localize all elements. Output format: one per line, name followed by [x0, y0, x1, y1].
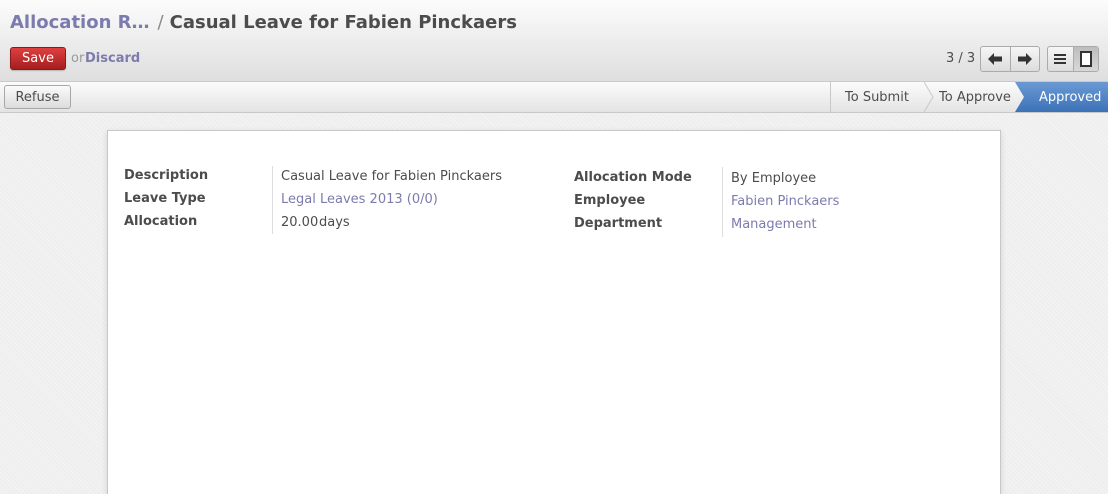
- stage-label: To Submit: [845, 89, 909, 105]
- employee-label: Employee: [574, 193, 646, 208]
- form-view-icon: [1079, 51, 1092, 67]
- previous-record-button[interactable]: [981, 47, 1010, 71]
- discard-button[interactable]: Discard: [85, 51, 140, 66]
- or-label: or: [71, 51, 85, 66]
- allocation-days-field[interactable]: 20.00: [281, 215, 318, 230]
- stage-to-submit[interactable]: To Submit: [831, 82, 934, 112]
- form-view-button[interactable]: [1072, 47, 1098, 71]
- department-link[interactable]: Management: [731, 217, 817, 232]
- allocation-label: Allocation: [124, 214, 198, 229]
- pager-counter[interactable]: 3 / 3: [946, 51, 975, 66]
- field-divider: [272, 166, 273, 234]
- next-record-button[interactable]: [1009, 47, 1040, 71]
- list-view-icon: [1054, 54, 1067, 64]
- allocation-mode-field[interactable]: By Employee: [731, 171, 816, 186]
- status-bar: Refuse To Submit To Approve Approved: [0, 82, 1108, 113]
- stage-label: Approved: [1039, 89, 1102, 105]
- stage-approved[interactable]: Approved: [1015, 82, 1108, 112]
- stage-pipeline: To Submit To Approve Approved: [830, 82, 1108, 112]
- breadcrumb-separator: /: [157, 11, 164, 33]
- stage-divider-arrow: [924, 82, 934, 112]
- description-label: Description: [124, 168, 209, 183]
- stage-label: To Approve: [939, 89, 1011, 105]
- pager-buttons: [980, 46, 1040, 72]
- allocation-unit: days: [319, 215, 350, 230]
- allocation-mode-label: Allocation Mode: [574, 170, 692, 185]
- leave-type-link[interactable]: Legal Leaves 2013 (0/0): [281, 192, 438, 207]
- arrow-left-icon: [988, 53, 1003, 65]
- field-divider: [722, 167, 723, 237]
- stage-to-approve[interactable]: To Approve: [925, 82, 1015, 112]
- arrow-right-icon: [1017, 53, 1032, 65]
- leave-type-label: Leave Type: [124, 191, 206, 206]
- view-switcher: [1047, 46, 1099, 72]
- save-button[interactable]: Save: [10, 47, 66, 70]
- description-field[interactable]: Casual Leave for Fabien Pinckaers: [281, 169, 502, 184]
- form-sheet: Description Casual Leave for Fabien Pinc…: [107, 130, 1001, 494]
- page-title: Casual Leave for Fabien Pinckaers: [169, 11, 517, 33]
- employee-link[interactable]: Fabien Pinckaers: [731, 194, 839, 209]
- control-panel: Allocation R… / Casual Leave for Fabien …: [0, 0, 1108, 82]
- department-label: Department: [574, 216, 663, 231]
- list-view-button[interactable]: [1048, 47, 1073, 71]
- breadcrumb-parent-link[interactable]: Allocation R…: [10, 12, 150, 33]
- refuse-button[interactable]: Refuse: [4, 85, 71, 109]
- breadcrumb: Allocation R… / Casual Leave for Fabien …: [10, 10, 517, 34]
